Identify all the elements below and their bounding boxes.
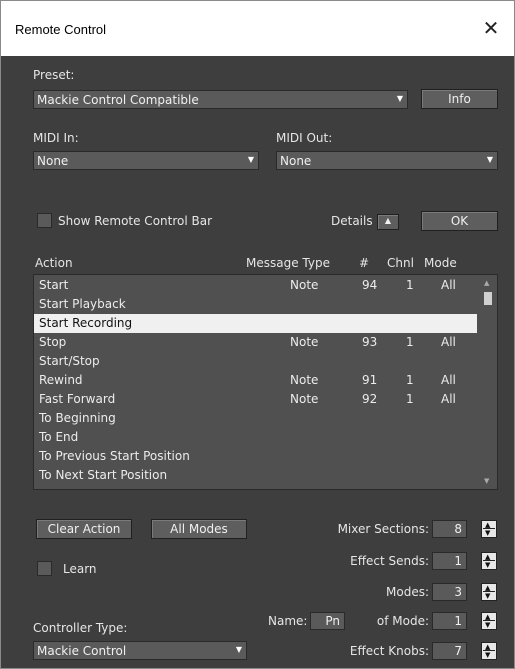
modes-spinner[interactable]: ▲ ▼ — [481, 583, 497, 601]
midi-in-value: None — [37, 154, 69, 168]
effect-sends-spinner[interactable]: ▲ ▼ — [481, 552, 497, 570]
cell-num: 92 — [362, 392, 378, 406]
cell-action: To Next Start Position — [39, 468, 168, 482]
show-remote-bar-label: Show Remote Control Bar — [58, 214, 213, 228]
midi-in-dropdown[interactable]: None ▼ — [33, 151, 259, 170]
cell-num: 91 — [362, 373, 378, 387]
cell-action: To Beginning — [39, 411, 116, 425]
header-action[interactable]: Action — [35, 256, 73, 270]
cell-mode: All — [441, 373, 456, 387]
controller-type-dropdown[interactable]: Mackie Control ▼ — [33, 641, 247, 660]
header-mode[interactable]: Mode — [424, 256, 457, 270]
table-row[interactable]: Stop Note 93 1 All — [34, 333, 477, 352]
table-row[interactable]: Start Note 94 1 All — [34, 276, 477, 295]
scroll-up-icon[interactable]: ▲ — [484, 279, 489, 287]
effect-knobs-label: Effect Knobs: — [349, 644, 429, 658]
cell-chnl: 1 — [406, 392, 414, 406]
cell-mode: All — [441, 335, 456, 349]
of-mode-spinner[interactable]: ▲ ▼ — [481, 612, 497, 630]
ok-button[interactable]: OK — [421, 211, 498, 231]
mixer-sections-field[interactable]: 8 — [432, 520, 467, 538]
table-row[interactable]: Rewind Note 91 1 All — [34, 371, 477, 390]
controller-type-label: Controller Type: — [33, 621, 128, 635]
scroll-thumb[interactable] — [484, 292, 492, 305]
cell-chnl: 1 — [406, 278, 414, 292]
cell-action: Start/Stop — [39, 354, 100, 368]
midi-out-dropdown[interactable]: None ▼ — [276, 151, 498, 170]
chevron-down-icon: ▼ — [396, 94, 403, 103]
cell-action: To End — [39, 430, 79, 444]
effect-sends-label: Effect Sends: — [350, 554, 429, 568]
effect-sends-field[interactable]: 1 — [432, 552, 467, 570]
of-mode-field[interactable]: 1 — [432, 612, 467, 630]
midi-out-label: MIDI Out: — [276, 131, 333, 145]
midi-in-label: MIDI In: — [33, 131, 79, 145]
cell-mode: All — [441, 392, 456, 406]
cell-message-type: Note — [290, 335, 319, 349]
table-row[interactable]: To End — [34, 428, 477, 447]
mixer-sections-spinner[interactable]: ▲ ▼ — [481, 520, 497, 538]
preset-value: Mackie Control Compatible — [37, 93, 199, 107]
scroll-down-icon[interactable]: ▼ — [484, 477, 489, 485]
modes-field[interactable]: 3 — [432, 583, 467, 601]
window-title: Remote Control — [15, 22, 107, 37]
chevron-down-icon: ▼ — [235, 645, 242, 654]
close-icon[interactable]: ✕ — [478, 15, 504, 41]
info-button[interactable]: Info — [421, 89, 498, 109]
header-message-type[interactable]: Message Type — [246, 256, 330, 270]
table-row[interactable]: To Previous Start Position — [34, 447, 477, 466]
cell-action: Start Playback — [39, 297, 126, 311]
header-number[interactable]: # — [359, 256, 369, 270]
modes-label: Modes: — [386, 585, 429, 599]
of-mode-label: of Mode: — [376, 614, 429, 628]
name-label: Name: — [268, 614, 308, 628]
cell-mode: All — [441, 278, 456, 292]
learn-checkbox[interactable] — [37, 561, 52, 576]
table-row[interactable]: To Beginning — [34, 409, 477, 428]
cell-action: Rewind — [39, 373, 83, 387]
cell-action: To Nearest Bar — [39, 487, 127, 489]
remote-control-dialog: Remote Control ✕ Preset: Mackie Control … — [0, 0, 515, 669]
cell-message-type: Note — [290, 278, 319, 292]
chevron-down-icon: ▼ — [486, 155, 493, 164]
all-modes-button[interactable]: All Modes — [151, 519, 247, 539]
list-scrollbar[interactable]: ▲ ▼ — [479, 275, 497, 489]
table-row[interactable]: To Nearest Bar — [34, 485, 477, 489]
clear-action-button[interactable]: Clear Action — [36, 519, 132, 539]
cell-num: 94 — [362, 278, 378, 292]
table-row[interactable]: To Next Start Position — [34, 466, 477, 485]
cell-action: Start Recording — [39, 316, 133, 330]
cell-action: To Previous Start Position — [39, 449, 190, 463]
learn-label: Learn — [63, 562, 97, 576]
chevron-up-icon: ▲ — [384, 216, 392, 225]
effect-knobs-field[interactable]: 7 — [432, 642, 467, 660]
cell-action: Stop — [39, 335, 67, 349]
table-row[interactable]: Fast Forward Note 92 1 All — [34, 390, 477, 409]
cell-action: Fast Forward — [39, 392, 116, 406]
controller-type-value: Mackie Control — [37, 644, 127, 658]
header-channel[interactable]: Chnl — [387, 256, 414, 270]
table-row[interactable]: Start Playback — [34, 295, 477, 314]
effect-knobs-spinner[interactable]: ▲ ▼ — [481, 642, 497, 660]
details-label: Details — [331, 214, 373, 228]
cell-action: Start — [39, 278, 69, 292]
chevron-down-icon: ▼ — [247, 155, 254, 164]
details-toggle-button[interactable]: ▲ — [377, 214, 399, 230]
midi-out-value: None — [280, 154, 312, 168]
cell-message-type: Note — [290, 392, 319, 406]
name-field[interactable]: Pn — [310, 612, 345, 630]
cell-message-type: Note — [290, 373, 319, 387]
cell-num: 93 — [362, 335, 378, 349]
preset-dropdown[interactable]: Mackie Control Compatible ▼ — [33, 90, 408, 109]
table-row[interactable]: Start/Stop — [34, 352, 477, 371]
table-row[interactable]: Start Recording — [34, 314, 477, 333]
mixer-sections-label: Mixer Sections: — [337, 522, 429, 536]
preset-label: Preset: — [33, 68, 75, 82]
cell-chnl: 1 — [406, 335, 414, 349]
show-remote-bar-checkbox[interactable] — [37, 213, 52, 228]
action-list[interactable]: To Nearest Bar To Next Start Position To P… — [33, 274, 498, 490]
cell-chnl: 1 — [406, 373, 414, 387]
title-bar: Remote Control ✕ — [1, 1, 514, 56]
